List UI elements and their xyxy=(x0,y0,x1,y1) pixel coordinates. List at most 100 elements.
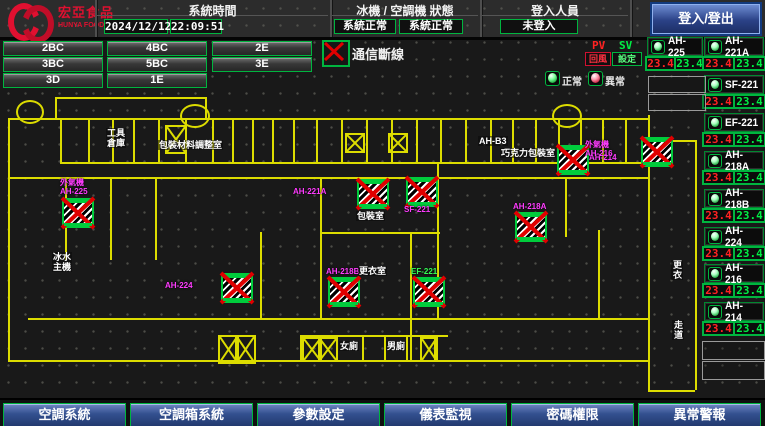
nav-ahu-system[interactable]: 空調箱系統 xyxy=(130,403,253,426)
equipment-label: 外氣機 AH-225 xyxy=(60,178,88,196)
unit-status-led-icon xyxy=(708,267,722,281)
room-label: 包裝室 xyxy=(356,211,385,221)
pv-value: 23.4 xyxy=(703,284,734,297)
abnormal-led-icon xyxy=(588,71,603,86)
floor-button-3d[interactable]: 3D xyxy=(3,73,103,88)
sv-value: 23.4 xyxy=(734,133,765,146)
wall xyxy=(320,177,322,318)
room-label: 巧克力包裝室 xyxy=(500,148,556,158)
stair-icon xyxy=(388,133,408,153)
login-status-value: 未登入 xyxy=(500,19,578,34)
wall xyxy=(260,232,262,318)
equipment-icon-AH-221A[interactable] xyxy=(357,179,389,209)
floor-button-1e[interactable]: 1E xyxy=(107,73,207,88)
system-time-label: 系統時間 xyxy=(97,2,328,16)
floor-button-2e[interactable]: 2E xyxy=(212,41,312,56)
stair-icon xyxy=(345,133,365,153)
unit-values-AH-218B: 23.423.4 xyxy=(702,208,765,223)
unit-values-AH-218A: 23.423.4 xyxy=(702,170,765,185)
room-label: 冰水 主機 xyxy=(52,252,72,272)
nav-ac-system[interactable]: 空調系統 xyxy=(3,403,126,426)
wall xyxy=(155,177,157,260)
wall xyxy=(88,118,90,162)
unit-values-AH-225: 23.423.4 xyxy=(645,56,705,71)
system-date-value: 2024/12/12 xyxy=(104,19,168,34)
unit-EF-221[interactable]: EF-221 xyxy=(705,114,763,131)
wall xyxy=(625,118,627,162)
unit-name-label: AH-214 xyxy=(725,300,759,324)
room-label: 女廁 xyxy=(339,341,359,351)
sv-value: 23.4 xyxy=(734,209,765,222)
equipment-icon-AH-224[interactable] xyxy=(221,273,253,303)
pv-value: 23.4 xyxy=(703,247,734,260)
login-logout-button[interactable]: 登入/登出 xyxy=(652,4,760,34)
brand-logo-icon xyxy=(8,3,54,34)
stair-icon xyxy=(318,337,338,362)
wall xyxy=(28,318,650,320)
equipment-icon-AH-218B[interactable] xyxy=(328,277,360,307)
sv-value: 23.4 xyxy=(734,57,765,70)
wall xyxy=(8,177,650,179)
unit-status-led-icon xyxy=(708,116,722,130)
pv-value: 23.4 xyxy=(703,95,734,108)
wall xyxy=(55,97,205,99)
wall xyxy=(362,335,364,360)
stair-icon xyxy=(420,337,438,362)
unit-AH-221A[interactable]: AH-221A xyxy=(705,38,763,55)
floor-button-2bc[interactable]: 2BC xyxy=(3,41,103,56)
equipment-label: AH-218A xyxy=(513,202,546,211)
unit-values-SF-221: 23.423.4 xyxy=(702,94,765,109)
sv-value: 23.4 xyxy=(734,322,765,335)
unit-AH-214[interactable]: AH-214 xyxy=(705,303,763,320)
unit-values-EF-221: 23.423.4 xyxy=(702,132,765,147)
floor-button-4bc[interactable]: 4BC xyxy=(107,41,207,56)
unit-name-label: EF-221 xyxy=(725,117,758,129)
nav-meter-monitor[interactable]: 儀表監視 xyxy=(384,403,507,426)
room-label: 更衣 xyxy=(671,260,683,280)
unit-AH-224[interactable]: AH-224 xyxy=(705,228,763,245)
floor-button-5bc[interactable]: 5BC xyxy=(107,57,207,72)
pv-value: 23.4 xyxy=(703,322,734,335)
pv-value: 23.4 xyxy=(646,57,675,70)
wall xyxy=(55,97,57,118)
nav-password-auth[interactable]: 密碼權限 xyxy=(511,403,634,426)
unit-AH-218A[interactable]: AH-218A xyxy=(705,152,763,169)
unit-SF-221[interactable]: SF-221 xyxy=(705,76,763,93)
unit-status-led-icon xyxy=(708,230,722,244)
nav-alarm[interactable]: 異常警報 xyxy=(638,403,761,426)
unit-name-label: AH-216 xyxy=(725,262,759,286)
wall xyxy=(695,140,697,390)
ahu-status-value: 系統正常 xyxy=(399,19,463,34)
chiller-status-value: 系統正常 xyxy=(334,19,396,34)
unit-status-led-icon xyxy=(708,305,722,319)
equipment-icon-外氣機-AH-216[interactable] xyxy=(641,137,673,167)
unit-values-AH-216: 23.423.4 xyxy=(702,283,765,298)
comm-fail-icon xyxy=(322,40,350,67)
equipment-icon-SF-221[interactable] xyxy=(406,177,438,207)
floor-button-3e[interactable]: 3E xyxy=(212,57,312,72)
floor-button-3bc[interactable]: 3BC xyxy=(3,57,103,72)
equipment-icon-外氣機-AH-225[interactable] xyxy=(62,198,94,228)
empty-slot xyxy=(702,341,765,360)
login-person-label: 登入人員 xyxy=(482,2,628,16)
unit-AH-225[interactable]: AH-225 xyxy=(648,38,702,55)
sv-value: 23.4 xyxy=(734,247,765,260)
sv-value: 23.4 xyxy=(734,95,765,108)
wall xyxy=(416,118,418,162)
unit-values-AH-224: 23.423.4 xyxy=(702,246,765,261)
wall xyxy=(232,118,234,162)
pv-value: 23.4 xyxy=(703,171,734,184)
header-bar: 宏亞食品 HUNYA FOODS 系統時間 2024/12/12 22:09:5… xyxy=(0,0,765,40)
wall xyxy=(133,118,135,162)
unit-AH-218B[interactable]: AH-218B xyxy=(705,190,763,207)
comm-fail-label: 通信斷線 xyxy=(352,44,404,63)
equipment-icon-AH-218A[interactable] xyxy=(515,212,547,242)
equipment-icon-EF-221[interactable] xyxy=(413,277,445,307)
spiral-stair-icon xyxy=(180,104,210,128)
wall xyxy=(440,118,442,162)
nav-param-settings[interactable]: 參數設定 xyxy=(257,403,380,426)
unit-status-led-icon xyxy=(708,78,722,92)
pv-value: 23.4 xyxy=(703,133,734,146)
unit-AH-216[interactable]: AH-216 xyxy=(705,265,763,282)
wall xyxy=(293,118,295,162)
